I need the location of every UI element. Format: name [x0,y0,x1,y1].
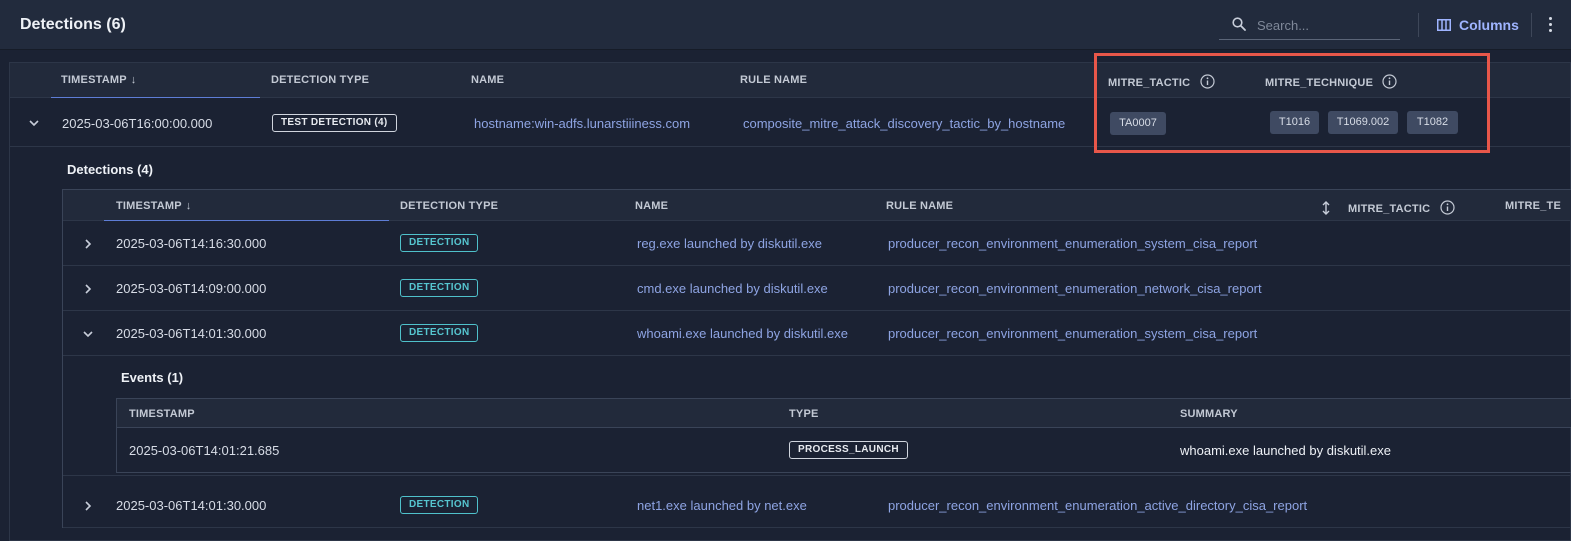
nested-detections-title: Detections (4) [67,162,153,177]
column-header-label: TIMESTAMP [61,74,127,86]
columns-icon [1437,19,1451,31]
rule-name-link[interactable]: composite_mitre_attack_discovery_tactic_… [743,116,1065,131]
column-header-timestamp[interactable]: TIMESTAMP [129,408,195,420]
chevron-right-icon[interactable] [82,238,94,250]
name-link[interactable]: hostname:win-adfs.lunarstiiiness.com [474,116,690,131]
table-row[interactable]: 2025-03-06T14:01:21.685 PROCESS_LAUNCH w… [117,428,1571,473]
columns-button[interactable]: Columns [1437,15,1519,35]
column-header-rule-name[interactable]: RULE NAME [740,74,807,86]
table-row[interactable]: 2025-03-06T16:00:00.000 TEST DETECTION (… [10,99,1570,147]
column-header-label: MITRE_TECHNIQUE [1265,77,1374,89]
column-header-timestamp[interactable]: TIMESTAMP ↓ [116,200,191,212]
timestamp-cell: 2025-03-06T14:01:30.000 [116,498,267,513]
column-header-name[interactable]: NAME [471,74,504,86]
toolbar: Detections (6) Columns [0,0,1571,50]
detection-type-badge: DETECTION [400,324,479,342]
timestamp-cell: 2025-03-06T14:09:00.000 [116,281,267,296]
mitre-technique-pill[interactable]: T1069.002 [1328,111,1398,134]
table-header: TIMESTAMP ↓ DETECTION TYPE NAME RULE NAME… [10,63,1570,98]
chevron-down-icon[interactable] [28,117,40,129]
timestamp-cell: 2025-03-06T14:01:21.685 [129,443,280,458]
toolbar-divider [1418,13,1419,37]
chevron-right-icon[interactable] [82,283,94,295]
name-link[interactable]: whoami.exe launched by diskutil.exe [637,326,848,341]
timestamp-cell: 2025-03-06T14:16:30.000 [116,236,267,251]
chevron-right-icon[interactable] [82,500,94,512]
mitre-technique-pill[interactable]: T1016 [1270,111,1319,134]
toolbar-divider [1531,13,1532,37]
mitre-technique-pill[interactable]: T1082 [1407,111,1458,134]
column-header-mitre-tactic[interactable]: MITRE_TACTIC [1348,200,1455,215]
events-title: Events (1) [121,370,184,385]
more-options-icon[interactable] [1547,16,1555,34]
column-header-name[interactable]: NAME [635,200,668,212]
table-row[interactable]: 2025-03-06T14:01:30.000 DETECTION whoami… [63,311,1571,356]
column-header-label: MITRE_TACTIC [1108,77,1191,89]
expanded-detail: Events (1) TIMESTAMP TYPE SUMMARY 2025-0… [63,356,1571,476]
table-header: TIMESTAMP TYPE SUMMARY [117,399,1571,428]
name-link[interactable]: reg.exe launched by diskutil.exe [637,236,822,251]
chevron-down-icon[interactable] [82,328,94,340]
events-table: TIMESTAMP TYPE SUMMARY 2025-03-06T14:01:… [116,398,1571,473]
page-title: Detections (6) [20,16,126,33]
column-header-rule-name[interactable]: RULE NAME [886,200,953,212]
timestamp-cell: 2025-03-06T16:00:00.000 [62,116,213,131]
table-row[interactable]: 2025-03-06T14:01:30.000 DETECTION net1.e… [63,483,1571,528]
rule-name-link[interactable]: producer_recon_environment_enumeration_s… [888,236,1257,251]
column-header-summary[interactable]: SUMMARY [1180,408,1238,420]
search-box[interactable] [1219,10,1400,40]
name-link[interactable]: net1.exe launched by net.exe [637,498,807,513]
detection-type-badge: TEST DETECTION (4) [272,114,397,132]
resize-icon [1322,201,1330,215]
column-header-label: TIMESTAMP [116,200,182,212]
column-header-mitre-tactic[interactable]: MITRE_TACTIC [1108,74,1215,89]
column-header-label: MITRE_TACTIC [1348,203,1431,215]
info-icon[interactable] [1199,74,1215,89]
column-header-timestamp[interactable]: TIMESTAMP ↓ [61,74,136,86]
sort-indicator [51,97,260,98]
detection-type-badge: DETECTION [400,496,479,514]
timestamp-cell: 2025-03-06T14:01:30.000 [116,326,267,341]
info-icon[interactable] [1382,74,1397,89]
name-link[interactable]: cmd.exe launched by diskutil.exe [637,281,828,296]
search-input[interactable] [1257,15,1392,35]
event-type-badge: PROCESS_LAUNCH [789,441,908,459]
sort-descending-icon: ↓ [185,200,192,212]
detection-type-badge: DETECTION [400,279,479,297]
summary-cell: whoami.exe launched by diskutil.exe [1180,443,1392,458]
mitre-tactic-pill[interactable]: TA0007 [1110,112,1166,135]
column-header-mitre-technique[interactable]: MITRE_TE [1505,200,1561,212]
search-icon [1232,17,1246,31]
column-resize-handle[interactable] [1319,200,1333,219]
column-header-type[interactable]: TYPE [789,408,819,420]
rule-name-link[interactable]: producer_recon_environment_enumeration_s… [888,326,1257,341]
table-row[interactable]: 2025-03-06T14:09:00.000 DETECTION cmd.ex… [63,266,1571,311]
detection-type-badge: DETECTION [400,234,479,252]
column-header-mitre-technique[interactable]: MITRE_TECHNIQUE [1265,74,1397,89]
sort-descending-icon: ↓ [130,74,137,86]
rule-name-link[interactable]: producer_recon_environment_enumeration_n… [888,281,1262,296]
table-header: TIMESTAMP ↓ DETECTION TYPE NAME RULE NAME… [63,190,1571,221]
info-icon[interactable] [1439,200,1455,215]
column-header-detection-type[interactable]: DETECTION TYPE [400,200,498,212]
column-header-detection-type[interactable]: DETECTION TYPE [271,74,369,86]
columns-label: Columns [1459,17,1519,33]
table-row[interactable]: 2025-03-06T14:16:30.000 DETECTION reg.ex… [63,221,1571,266]
nested-detections-table: TIMESTAMP ↓ DETECTION TYPE NAME RULE NAME… [62,189,1571,528]
rule-name-link[interactable]: producer_recon_environment_enumeration_a… [888,498,1307,513]
